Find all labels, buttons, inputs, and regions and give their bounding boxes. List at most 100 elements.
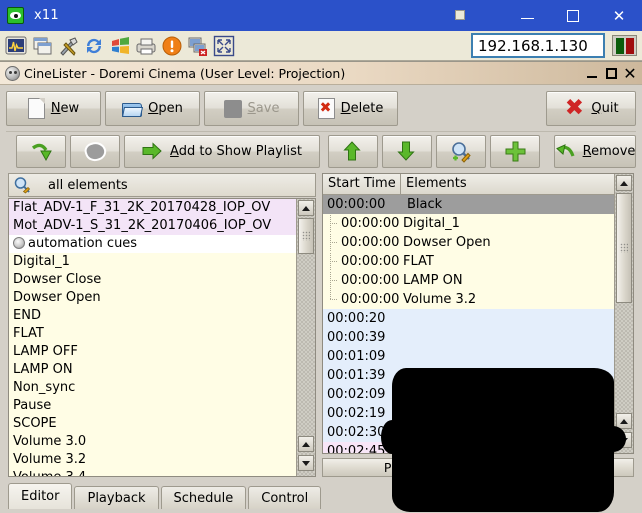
element-list-item[interactable]: Dowser Close bbox=[9, 271, 296, 289]
column-header-start-time: Start Time bbox=[323, 174, 401, 194]
ip-checkbox[interactable] bbox=[455, 10, 465, 20]
delete-document-icon bbox=[318, 98, 335, 119]
open-button[interactable]: Open bbox=[105, 91, 200, 126]
element-list-item-label: Dowser Open bbox=[13, 290, 101, 305]
copy-windows-icon[interactable] bbox=[31, 35, 53, 57]
move-up-button[interactable] bbox=[328, 135, 378, 168]
element-list-item-label: LAMP OFF bbox=[13, 344, 78, 359]
x11-maximize-button[interactable] bbox=[550, 0, 596, 31]
curved-arrow-button[interactable] bbox=[16, 135, 66, 168]
open-folder-icon bbox=[122, 100, 142, 117]
playlist-row[interactable]: 00:00:39 bbox=[323, 328, 614, 347]
move-down-button[interactable] bbox=[382, 135, 432, 168]
playlist-scroll-down-button[interactable] bbox=[616, 432, 632, 448]
element-list-item-label: automation cues bbox=[28, 236, 137, 251]
element-list-scroll-thumb[interactable] bbox=[298, 218, 314, 254]
playlist-row[interactable]: 00:00:00FLAT bbox=[323, 252, 614, 271]
playlist-row[interactable]: 00:02:09 bbox=[323, 385, 614, 404]
element-list-item[interactable]: FLAT bbox=[9, 325, 296, 343]
element-list-item[interactable]: END bbox=[9, 307, 296, 325]
element-list-scroll-up-button[interactable] bbox=[298, 200, 314, 216]
playlist-row[interactable]: 00:02:45 bbox=[323, 442, 614, 453]
element-list-item[interactable]: Volume 3.4 bbox=[9, 469, 296, 476]
refresh-icon[interactable] bbox=[83, 35, 105, 57]
element-list-item[interactable]: automation cues bbox=[9, 235, 296, 253]
ip-address-input[interactable]: 192.168.1.130 bbox=[471, 33, 605, 58]
playlist-row-start-time: 00:00:20 bbox=[323, 309, 401, 328]
element-list-scrollbar[interactable] bbox=[296, 199, 315, 476]
element-list-item[interactable]: Dowser Open bbox=[9, 289, 296, 307]
tab-strip: EditorPlaybackScheduleControl bbox=[8, 483, 634, 509]
element-list-item[interactable]: SCOPE bbox=[9, 415, 296, 433]
playlist-row[interactable]: 00:01:09 bbox=[323, 347, 614, 366]
delete-button[interactable]: Delete bbox=[303, 91, 398, 126]
playlist-row-start-time: 00:00:39 bbox=[323, 328, 401, 347]
blob-button[interactable] bbox=[70, 135, 120, 168]
printer-icon[interactable] bbox=[135, 35, 157, 57]
x11-close-button[interactable]: ✕ bbox=[596, 0, 642, 31]
windows-flag-icon[interactable] bbox=[109, 35, 131, 57]
playlist-row-element bbox=[401, 404, 614, 423]
playlist-table-container: Start Time Elements 00:00:00Black00:00:0… bbox=[322, 173, 634, 454]
playlist-row[interactable]: 00:01:39 bbox=[323, 366, 614, 385]
inspect-button[interactable] bbox=[436, 135, 486, 168]
playlist-row[interactable]: 00:00:00Dowser Open bbox=[323, 233, 614, 252]
element-list-item[interactable]: Volume 3.2 bbox=[9, 451, 296, 469]
element-list-scroll-down-button[interactable] bbox=[298, 455, 314, 471]
playlist-scroll-up-button[interactable] bbox=[616, 175, 632, 191]
element-list[interactable]: Flat_ADV-1_F_31_2K_20170428_IOP_OVMot_AD… bbox=[9, 199, 296, 476]
tab-playback[interactable]: Playback bbox=[74, 486, 158, 509]
quit-button[interactable]: ✖ Quit bbox=[546, 91, 636, 126]
properties-button[interactable]: Properties: Straji Galaktiki, 2D bbox=[322, 458, 634, 477]
secondary-toolbar: Add to Show Playlist bbox=[6, 131, 636, 170]
playlist-row-element: FLAT bbox=[401, 252, 614, 271]
cinelister-close-button[interactable]: ✕ bbox=[621, 64, 639, 82]
remove-button[interactable]: Remove bbox=[554, 135, 636, 168]
playlist-row[interactable]: 00:00:00Volume 3.2 bbox=[323, 290, 614, 309]
playlist-scrollbar[interactable] bbox=[614, 174, 633, 453]
red-x-icon: ✖ bbox=[563, 98, 585, 120]
playlist-row[interactable]: 00:00:00Digital_1 bbox=[323, 214, 614, 233]
element-list-item[interactable]: Non_sync bbox=[9, 379, 296, 397]
element-filter-bar[interactable]: all elements bbox=[8, 173, 316, 197]
new-button[interactable]: New bbox=[6, 91, 101, 126]
playlist-rows: 00:00:00Black00:00:00Digital_100:00:00Do… bbox=[323, 195, 614, 453]
playlist-table[interactable]: Start Time Elements 00:00:00Black00:00:0… bbox=[323, 174, 614, 453]
tools-icon[interactable] bbox=[57, 35, 79, 57]
element-list-item[interactable]: Pause bbox=[9, 397, 296, 415]
playlist-scroll-thumb[interactable] bbox=[616, 193, 632, 303]
playlist-scroll-up-button-2[interactable] bbox=[616, 413, 632, 429]
playlist-row[interactable]: 00:00:00LAMP ON bbox=[323, 271, 614, 290]
alert-icon[interactable] bbox=[161, 35, 183, 57]
monitor-graph-icon[interactable] bbox=[5, 35, 27, 57]
playlist-row-element bbox=[401, 366, 614, 385]
element-list-item[interactable]: Mot_ADV-1_S_31_2K_20170406_IOP_OV bbox=[9, 217, 296, 235]
playlist-row[interactable]: 00:00:00Black bbox=[323, 195, 614, 214]
green-curved-arrow-icon bbox=[30, 141, 52, 163]
element-list-item[interactable]: Flat_ADV-1_F_31_2K_20170428_IOP_OV bbox=[9, 199, 296, 217]
film-reel-icon bbox=[5, 66, 20, 81]
playlist-row-start-time: 00:00:00 bbox=[323, 214, 401, 233]
element-list-item[interactable]: Digital_1 bbox=[9, 253, 296, 271]
save-button[interactable]: Save bbox=[204, 91, 299, 126]
playlist-row-element: Digital_1 bbox=[401, 214, 614, 233]
playlist-row[interactable]: 00:02:19 bbox=[323, 404, 614, 423]
playlist-row[interactable]: 00:00:20 bbox=[323, 309, 614, 328]
playlist-row-element bbox=[401, 309, 614, 328]
add-to-show-playlist-button[interactable]: Add to Show Playlist bbox=[124, 135, 320, 168]
tab-control[interactable]: Control bbox=[248, 486, 321, 509]
element-list-item[interactable]: Volume 3.0 bbox=[9, 433, 296, 451]
element-list-item[interactable]: LAMP OFF bbox=[9, 343, 296, 361]
playlist-row[interactable]: 00:02:30 bbox=[323, 423, 614, 442]
cinelister-maximize-button[interactable] bbox=[602, 64, 620, 82]
element-list-item[interactable]: LAMP ON bbox=[9, 361, 296, 379]
disconnect-icon[interactable] bbox=[187, 35, 209, 57]
element-list-scroll-up-button-2[interactable] bbox=[298, 436, 314, 452]
tab-schedule[interactable]: Schedule bbox=[161, 486, 247, 509]
x11-minimize-button[interactable] bbox=[504, 0, 550, 31]
fullscreen-icon[interactable] bbox=[213, 35, 235, 57]
playlist-row-start-time: 00:02:45 bbox=[323, 442, 401, 453]
add-button[interactable] bbox=[490, 135, 540, 168]
cinelister-minimize-button[interactable] bbox=[583, 64, 601, 82]
tab-editor[interactable]: Editor bbox=[8, 483, 72, 509]
